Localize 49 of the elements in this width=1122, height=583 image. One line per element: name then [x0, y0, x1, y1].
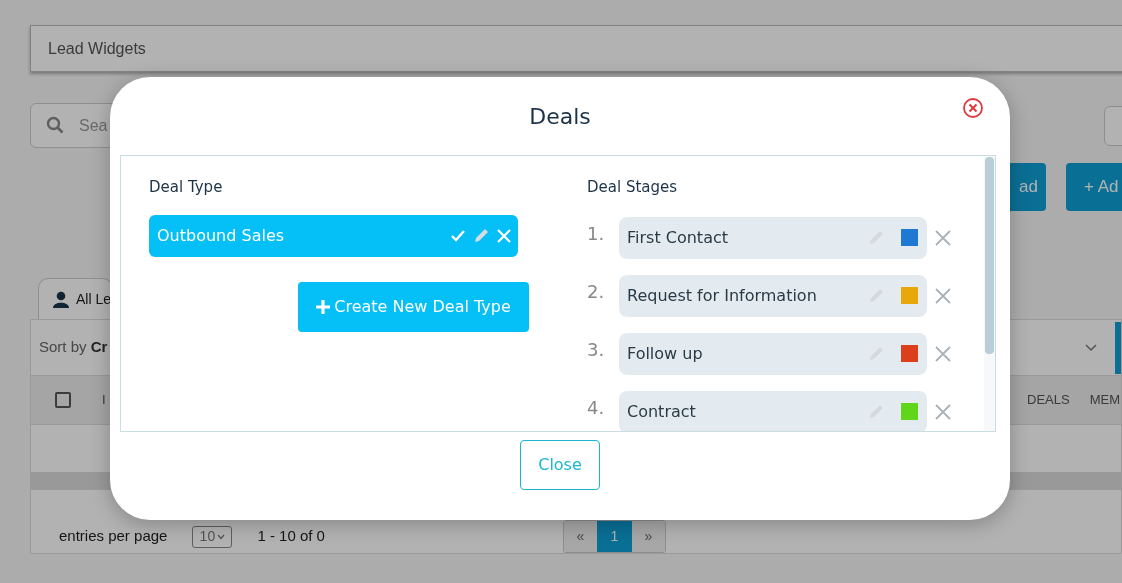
- page-size-select[interactable]: 10: [192, 525, 233, 548]
- tab[interactable]: All Le: [38, 278, 113, 319]
- page-button[interactable]: 1: [596, 521, 632, 552]
- column-header: I: [102, 391, 106, 410]
- plus-icon: [316, 299, 331, 314]
- stage-number: 1.: [587, 222, 606, 246]
- color-swatch[interactable]: [901, 345, 918, 362]
- stage-item[interactable]: Contract: [619, 390, 927, 431]
- color-swatch[interactable]: [901, 229, 918, 246]
- chevron-down-icon: [1085, 343, 1097, 352]
- stage-item[interactable]: First Contact: [619, 216, 927, 259]
- check-icon: [450, 228, 466, 243]
- search-icon: [46, 116, 64, 134]
- column-header: MEM: [1089, 391, 1120, 410]
- toolbar-button[interactable]: ad: [1010, 163, 1046, 211]
- modal-title: Deals: [529, 102, 591, 131]
- close-icon[interactable]: [935, 287, 951, 304]
- page-button[interactable]: »: [631, 521, 665, 552]
- stage-number: 3.: [587, 338, 606, 362]
- toolbar-button[interactable]: + Ad: [1066, 163, 1122, 211]
- close-icon[interactable]: [962, 97, 984, 119]
- create-deal-type-button[interactable]: Create New Deal Type: [298, 281, 529, 332]
- stage-item[interactable]: Request for Information: [619, 274, 927, 317]
- section-heading: Deal Stages: [587, 177, 679, 198]
- tab-label: All Le: [76, 289, 112, 309]
- chevron-down-icon: [217, 533, 226, 540]
- checkbox[interactable]: [55, 392, 71, 408]
- user-icon: [53, 290, 69, 308]
- color-swatch[interactable]: [901, 403, 918, 420]
- scrollbar-thumb[interactable]: [985, 157, 994, 354]
- close-icon: [496, 227, 512, 244]
- close-button[interactable]: Close: [520, 440, 600, 490]
- sort-label: Sort by Cr: [39, 337, 108, 358]
- pencil-icon: [472, 226, 490, 245]
- color-swatch[interactable]: [901, 287, 918, 304]
- stage-item[interactable]: Follow up: [619, 332, 927, 375]
- range-text: 1 - 10 of 0: [257, 526, 325, 547]
- page-button[interactable]: «: [563, 521, 597, 552]
- section-heading: Deal Type: [149, 177, 224, 198]
- close-icon[interactable]: [935, 229, 951, 246]
- widget-bar: Lead Widgets: [30, 25, 1122, 72]
- close-icon[interactable]: [935, 403, 951, 420]
- close-icon[interactable]: [935, 345, 951, 362]
- column-header: DEALS: [1027, 391, 1070, 410]
- stage-number: 2.: [587, 280, 606, 304]
- entries-label: entries per page: [59, 526, 168, 547]
- button[interactable]: [1115, 321, 1121, 374]
- deal-type-item[interactable]: Outbound Sales: [149, 214, 518, 257]
- stage-number: 4.: [587, 396, 606, 420]
